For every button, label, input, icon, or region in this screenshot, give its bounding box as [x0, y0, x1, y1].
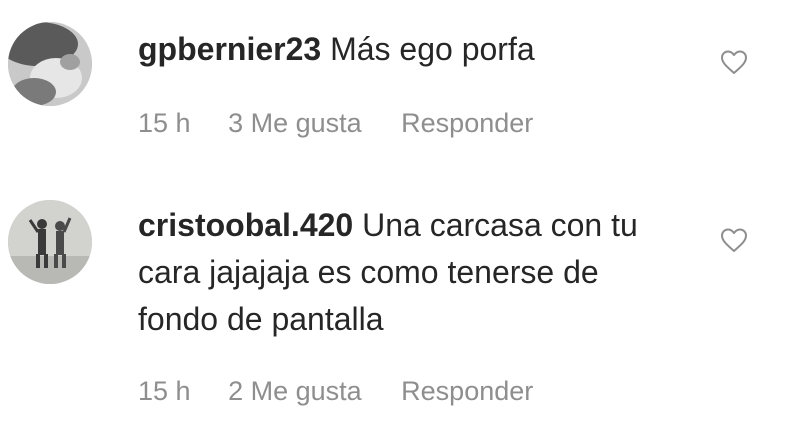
avatar[interactable] [8, 200, 92, 284]
comment-username[interactable]: gpbernier23 [138, 31, 321, 67]
comment-timestamp: 15 h [138, 376, 191, 406]
comment-timestamp: 15 h [138, 108, 191, 138]
comment-body: gpbernier23 Más ego porfa [138, 26, 658, 73]
comment-meta: 15 h 3 Me gusta Responder [138, 107, 533, 139]
reply-button[interactable]: Responder [401, 375, 533, 407]
avatar[interactable] [8, 22, 92, 106]
heart-outline-icon[interactable] [718, 224, 750, 256]
comment-text: Más ego porfa [330, 31, 535, 67]
comment-meta: 15 h 2 Me gusta Responder [138, 375, 533, 407]
heart-outline-icon[interactable] [718, 46, 750, 78]
reply-button[interactable]: Responder [401, 107, 533, 139]
comment-username[interactable]: cristoobal.420 [138, 207, 353, 243]
comment-like-count[interactable]: 3 Me gusta [228, 107, 362, 139]
comment-like-count[interactable]: 2 Me gusta [228, 375, 362, 407]
comment-body: cristoobal.420 Una carcasa con tu cara j… [138, 202, 658, 343]
